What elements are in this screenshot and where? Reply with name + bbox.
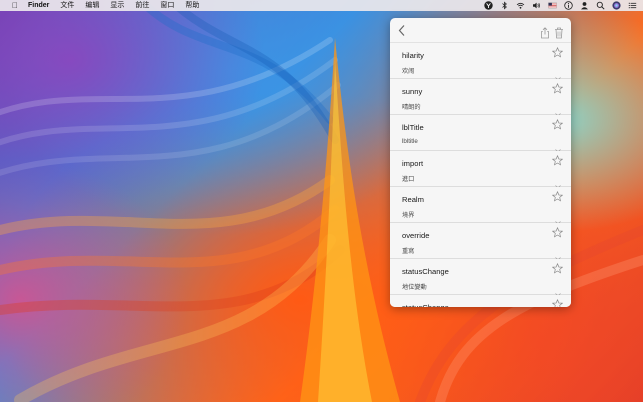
word-entry[interactable]: sunny 晴朗的	[390, 79, 571, 119]
close-icon[interactable]	[555, 286, 561, 299]
entry-meaning: 地位變動	[402, 284, 427, 291]
bluetooth-icon[interactable]	[500, 1, 509, 10]
entry-word: import	[402, 159, 424, 168]
menu-go[interactable]: 前往	[135, 0, 149, 11]
entry-word: sunny	[402, 87, 423, 96]
word-entry[interactable]: hilarity 欢闹	[390, 43, 571, 83]
star-icon[interactable]	[551, 261, 564, 274]
entry-word: lblTitle	[402, 123, 424, 132]
entry-meaning: 重寫	[402, 248, 415, 255]
entry-meaning: 境界	[402, 212, 415, 219]
wifi-icon[interactable]	[516, 1, 525, 10]
word-entry[interactable]: Realm 境界	[390, 187, 571, 227]
trash-icon[interactable]	[554, 26, 564, 39]
close-icon[interactable]	[555, 142, 561, 155]
menu-bar-tray	[477, 0, 637, 11]
word-entry[interactable]: override 重寫	[390, 223, 571, 263]
entry-word: statusChange	[402, 303, 449, 307]
menu-help[interactable]: 帮助	[185, 0, 199, 11]
star-icon[interactable]	[551, 153, 564, 166]
info-icon[interactable]	[564, 1, 573, 10]
siri-icon[interactable]	[612, 1, 621, 10]
close-icon[interactable]	[555, 106, 561, 119]
star-icon[interactable]	[551, 189, 564, 202]
chevron-left-icon[interactable]	[397, 24, 407, 37]
menu-view[interactable]: 显示	[110, 0, 124, 11]
vocabulary-popover: hilarity 欢闹 sunny 晴朗的 lblTitle lbltitle …	[390, 18, 571, 307]
volume-icon[interactable]	[532, 1, 541, 10]
menu-bar-left:  Finder 文件 编辑 显示 前往 窗口 帮助	[0, 0, 210, 11]
flag-input-icon[interactable]	[548, 1, 557, 10]
star-icon[interactable]	[551, 225, 564, 238]
entry-word: statusChange	[402, 267, 449, 276]
menu-bar:  Finder 文件 编辑 显示 前往 窗口 帮助	[0, 0, 643, 11]
search-icon[interactable]	[596, 1, 605, 10]
entry-meaning: 進口	[402, 176, 415, 183]
star-icon[interactable]	[551, 297, 564, 307]
apple-logo-icon[interactable]: 	[10, 0, 20, 11]
close-icon[interactable]	[555, 250, 561, 263]
word-entry[interactable]: lblTitle lbltitle	[390, 115, 571, 155]
entry-meaning: 欢闹	[402, 68, 415, 75]
user-icon[interactable]	[580, 1, 589, 10]
star-icon[interactable]	[551, 117, 564, 130]
close-icon[interactable]	[555, 214, 561, 227]
word-entry[interactable]: import 進口	[390, 151, 571, 191]
menu-edit[interactable]: 编辑	[85, 0, 99, 11]
entry-word: hilarity	[402, 51, 424, 60]
word-entry[interactable]: statusChange	[390, 295, 571, 307]
star-icon[interactable]	[551, 81, 564, 94]
entry-meaning: lbltitle	[402, 138, 418, 145]
list-icon[interactable]	[628, 1, 637, 10]
translate-app-icon[interactable]	[484, 1, 493, 10]
word-list: hilarity 欢闹 sunny 晴朗的 lblTitle lbltitle …	[390, 43, 571, 307]
word-entry[interactable]: statusChange 地位變動	[390, 259, 571, 299]
entry-meaning: 晴朗的	[402, 104, 421, 111]
close-icon[interactable]	[555, 70, 561, 83]
share-icon[interactable]	[540, 26, 550, 39]
entry-word: override	[402, 231, 430, 240]
menu-finder[interactable]: Finder	[28, 0, 49, 11]
close-icon[interactable]	[555, 178, 561, 191]
menu-file[interactable]: 文件	[60, 0, 74, 11]
menu-window[interactable]: 窗口	[160, 0, 174, 11]
star-icon[interactable]	[551, 45, 564, 58]
entry-word: Realm	[402, 195, 424, 204]
popover-header	[390, 18, 571, 43]
